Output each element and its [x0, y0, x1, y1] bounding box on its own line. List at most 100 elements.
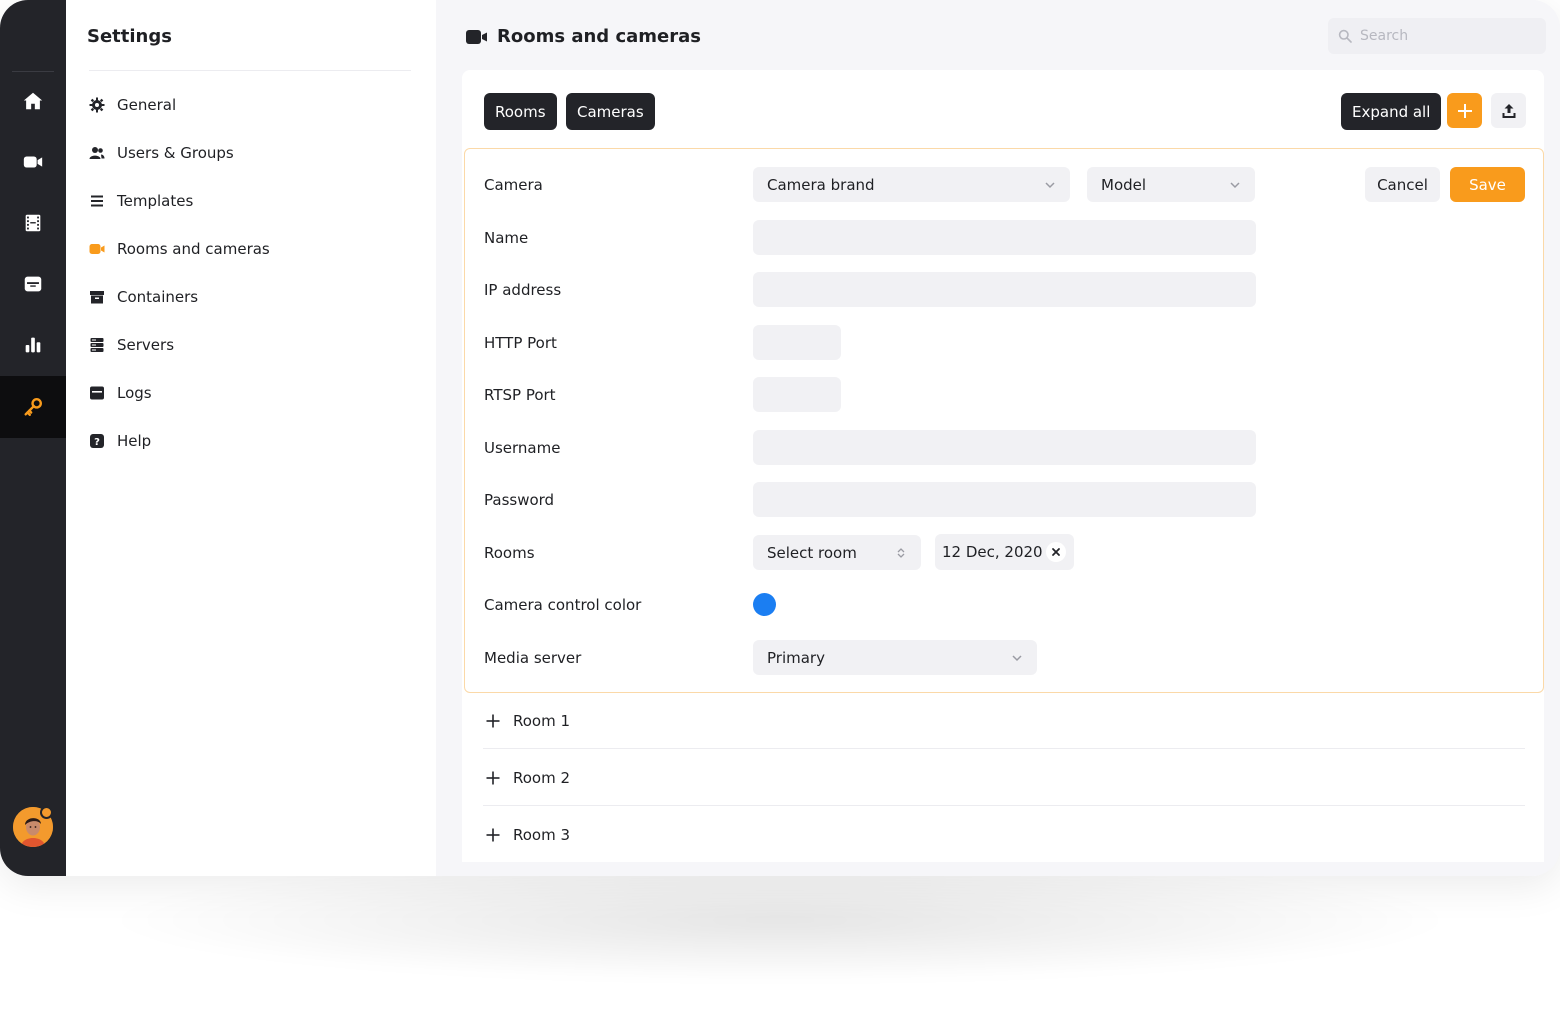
rail-cameras-button[interactable]	[0, 131, 66, 193]
svg-text:?: ?	[94, 437, 100, 448]
container-icon	[24, 276, 42, 292]
sidebar-divider	[89, 70, 411, 71]
window-shadow	[120, 860, 1440, 980]
room-label: Room 1	[513, 711, 571, 730]
camera-color-label: Camera control color	[484, 595, 642, 614]
room-row[interactable]: Room 1	[483, 692, 1525, 749]
card-footer-strip	[462, 862, 1544, 876]
room-label: Room 2	[513, 768, 571, 787]
password-label: Password	[484, 490, 555, 509]
page-title: Rooms and cameras	[497, 26, 701, 47]
rail-analytics-button[interactable]	[0, 314, 66, 376]
chevron-down-icon	[1045, 181, 1055, 188]
media-server-label: Media server	[484, 648, 582, 667]
sidebar-item-logs[interactable]: Logs	[89, 381, 152, 405]
search-input[interactable]	[1360, 28, 1530, 44]
room-label: Room 3	[513, 825, 571, 844]
key-icon	[24, 398, 42, 416]
chevron-up-down-icon	[897, 547, 905, 558]
camera-label: Camera	[484, 175, 543, 194]
rtsp-port-field[interactable]	[753, 377, 841, 412]
upload-icon	[1502, 103, 1515, 118]
sidebar-item-label: Servers	[117, 336, 175, 354]
notification-dot	[40, 806, 53, 819]
export-button[interactable]	[1491, 93, 1526, 128]
sidebar-item-label: General	[117, 96, 177, 114]
main-panel: Rooms and cameras Rooms Cameras Expand a…	[436, 0, 1560, 876]
plus-icon	[1457, 103, 1472, 118]
log-icon	[89, 385, 105, 401]
select-value: Select room	[767, 543, 857, 562]
users-icon	[89, 145, 105, 161]
list-icon	[89, 193, 105, 209]
room-select[interactable]: Select room	[753, 535, 921, 570]
rail-containers-button[interactable]	[0, 253, 66, 315]
http-port-field[interactable]	[753, 325, 841, 360]
search-icon	[1338, 29, 1352, 43]
sidebar-item-rooms-cameras[interactable]: Rooms and cameras	[89, 237, 270, 261]
username-label: Username	[484, 438, 561, 457]
select-value: Camera brand	[767, 175, 875, 194]
tab-rooms[interactable]: Rooms	[484, 93, 557, 130]
rooms-label: Rooms	[484, 543, 535, 562]
video-camera-icon	[23, 156, 43, 168]
app-window: Settings General Users & Groups Template…	[0, 0, 1560, 876]
sidebar-item-users-groups[interactable]: Users & Groups	[89, 141, 234, 165]
color-swatch[interactable]	[753, 593, 776, 616]
sidebar-item-label: Users & Groups	[117, 144, 234, 162]
add-button[interactable]	[1447, 93, 1482, 128]
cancel-button[interactable]: Cancel	[1365, 167, 1440, 202]
expand-all-button[interactable]: Expand all	[1341, 93, 1442, 130]
film-icon	[25, 214, 41, 232]
tab-cameras[interactable]: Cameras	[566, 93, 655, 130]
sidebar-item-label: Templates	[117, 192, 194, 210]
sidebar-item-containers[interactable]: Containers	[89, 285, 198, 309]
select-value: Primary	[767, 648, 825, 667]
username-field[interactable]	[753, 430, 1256, 465]
sidebar-item-servers[interactable]: Servers	[89, 333, 174, 357]
password-field[interactable]	[753, 482, 1256, 517]
chevron-down-icon	[1012, 654, 1022, 661]
sidebar-item-help[interactable]: ? Help	[89, 429, 151, 453]
rail-settings-button[interactable]	[0, 376, 66, 438]
chevron-down-icon	[1230, 181, 1240, 188]
remove-tag-button[interactable]	[1046, 542, 1066, 562]
name-field[interactable]	[753, 220, 1256, 255]
content-card: Rooms Cameras Expand all Camera Camera b…	[462, 70, 1544, 876]
ip-address-label: IP address	[484, 280, 562, 299]
sidebar-item-label: Containers	[117, 288, 199, 306]
plus-icon	[483, 711, 503, 731]
icon-rail	[0, 0, 66, 876]
server-icon	[89, 337, 105, 353]
rail-recordings-button[interactable]	[0, 192, 66, 254]
room-tag-label: 12 Dec, 2020	[942, 543, 1043, 561]
search-box[interactable]	[1328, 18, 1546, 54]
sidebar-title: Settings	[87, 26, 172, 47]
video-camera-icon	[89, 241, 105, 257]
media-server-select[interactable]: Primary	[753, 640, 1037, 675]
room-row[interactable]: Room 2	[483, 749, 1525, 806]
settings-sidebar: Settings General Users & Groups Template…	[66, 0, 436, 876]
bar-chart-icon	[25, 337, 41, 353]
rail-home-button[interactable]	[0, 70, 66, 132]
room-row[interactable]: Room 3	[483, 806, 1525, 863]
sidebar-item-label: Rooms and cameras	[117, 240, 270, 258]
save-button[interactable]: Save	[1450, 167, 1525, 202]
ip-address-field[interactable]	[753, 272, 1256, 307]
sidebar-item-templates[interactable]: Templates	[89, 189, 193, 213]
sidebar-item-general[interactable]: General	[89, 93, 176, 117]
plus-icon	[483, 825, 503, 845]
home-icon	[23, 92, 43, 110]
camera-form: Camera Camera brand Model Cancel Save Na…	[464, 148, 1544, 693]
plus-icon	[483, 768, 503, 788]
rtsp-port-label: RTSP Port	[484, 385, 556, 404]
camera-brand-select[interactable]: Camera brand	[753, 167, 1070, 202]
name-label: Name	[484, 228, 529, 247]
http-port-label: HTTP Port	[484, 333, 557, 352]
select-value: Model	[1101, 175, 1147, 194]
video-camera-icon	[466, 30, 487, 44]
sidebar-item-label: Help	[117, 432, 152, 450]
camera-model-select[interactable]: Model	[1087, 167, 1255, 202]
room-tag: 12 Dec, 2020	[935, 534, 1074, 570]
help-icon: ?	[89, 433, 105, 449]
